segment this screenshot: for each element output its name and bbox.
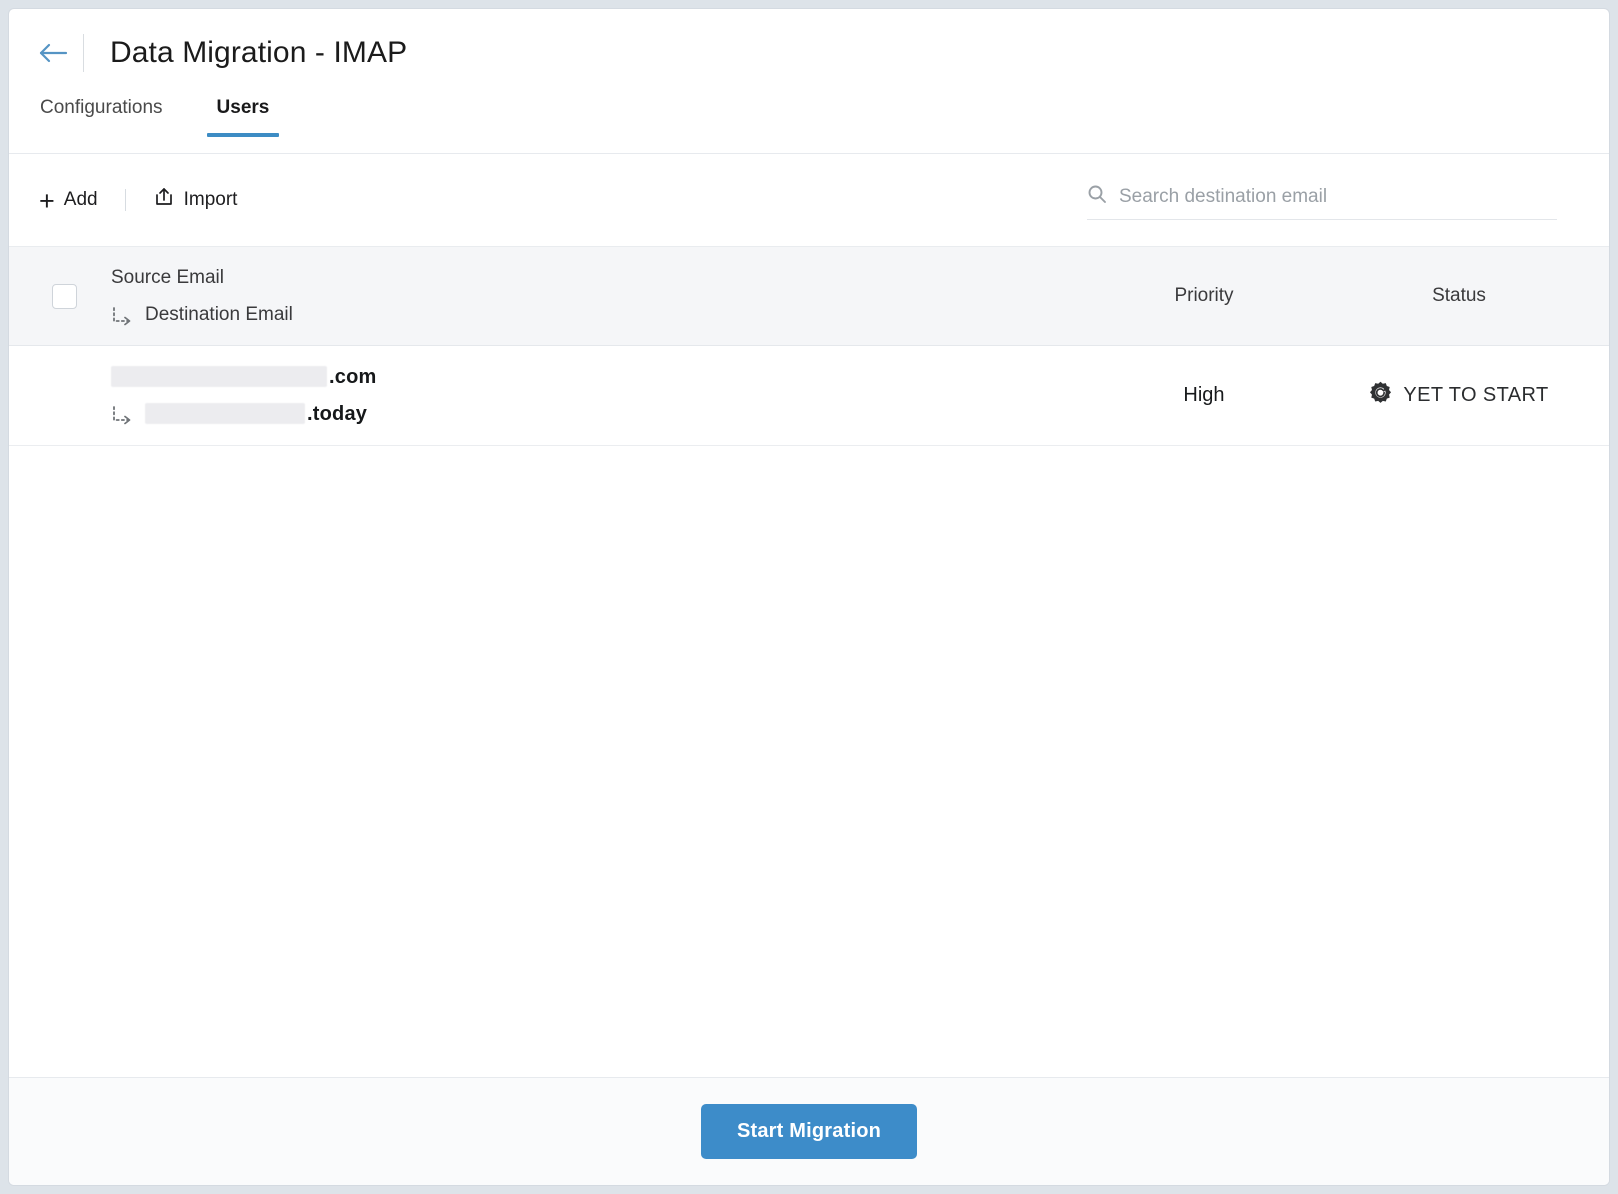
destination-email-header-wrap: Destination Email — [111, 302, 1099, 328]
email-column-header: Source Email Destination Email — [109, 265, 1099, 328]
tab-bar: Configurations Users — [9, 97, 1609, 154]
row-destination-email: .today — [111, 401, 1099, 427]
upload-icon — [153, 186, 175, 214]
data-migration-window: Data Migration - IMAP Configurations Use… — [8, 8, 1610, 1186]
redacted-source-email — [111, 365, 327, 387]
table-row[interactable]: .com .today High YET TO START — [9, 346, 1609, 446]
status-column-header: Status — [1432, 285, 1486, 306]
redacted-destination-email — [145, 402, 305, 424]
add-button[interactable]: + Add — [37, 185, 100, 215]
page-title: Data Migration - IMAP — [110, 36, 408, 69]
row-source-email: .com — [111, 364, 1099, 390]
destination-email-suffix: .today — [307, 403, 368, 425]
toolbar-actions: + Add Import — [37, 182, 239, 218]
gear-icon — [1369, 381, 1392, 410]
start-migration-button[interactable]: Start Migration — [700, 1104, 918, 1159]
priority-column-header: Priority — [1174, 285, 1234, 306]
search-box[interactable] — [1087, 184, 1557, 220]
users-toolbar: + Add Import — [9, 154, 1609, 246]
arrow-left-icon — [38, 41, 68, 65]
import-button[interactable]: Import — [151, 182, 240, 218]
tab-configurations[interactable]: Configurations — [36, 97, 167, 135]
select-all-checkbox[interactable] — [51, 283, 77, 309]
table-header-row: Source Email Destination Email Priority … — [9, 246, 1609, 346]
source-email-suffix: .com — [329, 366, 377, 388]
search-icon — [1087, 184, 1107, 209]
status-label: YET TO START — [1403, 384, 1549, 406]
toolbar-divider — [124, 189, 126, 211]
import-button-label: Import — [183, 189, 238, 210]
select-all-cell — [9, 283, 109, 309]
destination-email-header: Destination Email — [145, 303, 293, 325]
footer-bar: Start Migration — [9, 1077, 1609, 1185]
tab-users[interactable]: Users — [206, 97, 280, 137]
search-input[interactable] — [1119, 185, 1557, 208]
back-button[interactable] — [31, 31, 75, 75]
arrow-connector-icon — [111, 406, 137, 428]
add-button-label: Add — [63, 189, 98, 210]
row-status: YET TO START — [1309, 381, 1609, 410]
users-table-body: .com .today High YET TO START — [9, 346, 1609, 1077]
row-email-cell: .com .today — [109, 364, 1099, 427]
arrow-connector-icon — [111, 306, 137, 329]
row-priority: High — [1183, 384, 1225, 406]
page-header: Data Migration - IMAP — [9, 9, 1609, 97]
plus-icon: + — [39, 186, 55, 216]
source-email-header: Source Email — [111, 266, 224, 288]
header-divider — [83, 34, 84, 72]
